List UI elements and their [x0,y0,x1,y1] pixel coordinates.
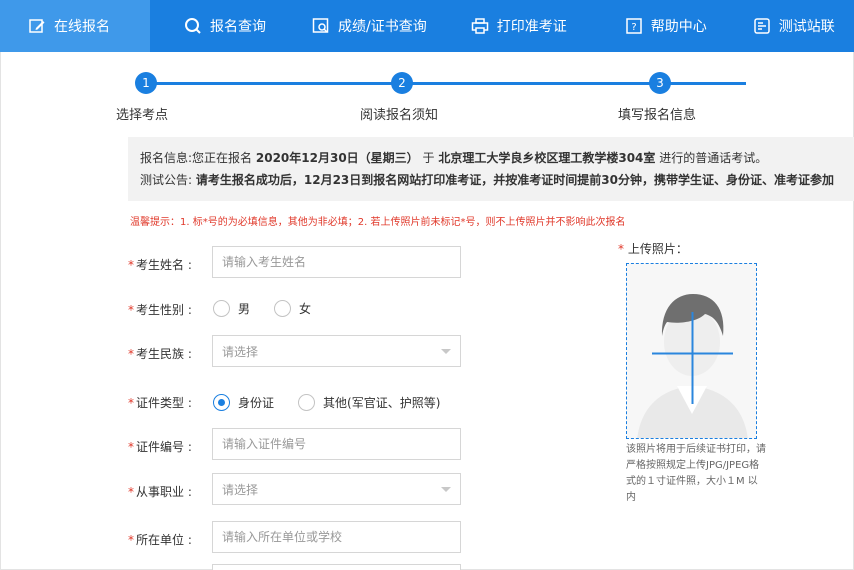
organization-input[interactable] [212,521,461,553]
nav-label: 成绩/证书查询 [338,19,427,35]
progress-steps: 1 2 3 选择考点 阅读报名须知 填写报名信息 [100,72,854,124]
ethnicity-select[interactable]: 请选择 [212,335,461,367]
next-field-partial [212,564,461,570]
id-number-label: * 证件编号 : [128,440,192,454]
id-type-idcard-radio[interactable]: 身份证 [213,394,274,411]
occupation-label: * 从事职业 : [128,485,192,499]
svg-text:?: ? [631,22,636,33]
step-2-label: 阅读报名须知 [360,108,439,123]
nav-label: 打印准考证 [496,19,567,35]
registration-info-row: 报名信息:您正在报名 2020年12月30日（星期三） 于 北京理工大学良乡校区… [140,147,842,169]
photo-upload-label: * 上传照片： [618,242,688,256]
nav-print-admission-ticket[interactable]: 打印准考证 [441,0,581,52]
ethnicity-select-value: 请选择 [222,344,259,359]
nav-score-certificate-query[interactable]: 成绩/证书查询 [280,0,441,52]
nav-help-center[interactable]: ? 帮助中心 [581,0,721,52]
id-type-label: * 证件类型 : [128,396,192,410]
warm-tip: 温馨提示：1. 标*号的为必填信息，其他为非必填；2. 若上传照片前未标记*号，… [130,217,626,228]
step-2-circle: 2 [391,72,413,94]
nav-label: 帮助中心 [650,19,707,35]
nav-label: 测试站联 [778,19,835,35]
chevron-down-icon [441,348,451,354]
top-navbar: 在线报名 报名查询 成绩/证书查询 打印准考证 ? 帮助中心 测试站联 [0,0,854,52]
registration-info-box: 报名信息:您正在报名 2020年12月30日（星期三） 于 北京理工大学良乡校区… [128,137,854,201]
step-3-circle: 3 [649,72,671,94]
step-1-circle: 1 [135,72,157,94]
nav-label: 报名查询 [210,19,266,35]
info-mid: 于 [422,151,435,165]
step-1-label: 选择考点 [116,108,169,123]
avatar-placeholder-icon [627,264,756,438]
name-input[interactable] [212,246,461,278]
gender-radio-group: 男 女 [213,300,335,317]
photo-upload-note: 该照片将用于后续证书打印，请严格按照规定上传JPG/JPEG格式的１寸证件照，大… [626,444,766,503]
nav-registration-query[interactable]: 报名查询 [150,0,280,52]
gender-female-radio[interactable]: 女 [274,300,311,317]
id-number-input[interactable] [212,428,461,460]
announcement-text: 请考生报名成功后，12月23日到报名网站打印准考证，并按准考证时间提前30分钟，… [195,173,834,187]
certificate-search-icon [312,17,330,35]
gender-label: * 考生性别 : [128,303,192,317]
info-prefix: 报名信息:您正在报名 [140,151,253,165]
gender-male-radio[interactable]: 男 [213,300,250,317]
ethnicity-label: * 考生民族 : [128,347,192,361]
nav-test-station-contact[interactable]: 测试站联 [721,0,849,52]
nav-label: 在线报名 [54,19,110,35]
search-icon [184,17,202,35]
step-3-label: 填写报名信息 [618,108,697,123]
occupation-select-value: 请选择 [222,482,259,497]
announcement-prefix: 测试公告: [140,173,193,187]
edit-icon [28,17,46,35]
organization-label: * 所在单位 : [128,533,192,547]
id-type-other-radio[interactable]: 其他(军官证、护照等) [298,394,440,411]
info-suffix: 进行的普通话考试。 [659,151,768,165]
nav-online-registration[interactable]: 在线报名 [0,0,150,52]
photo-upload-box[interactable] [626,263,757,439]
help-icon: ? [625,17,643,35]
test-announcement-row: 测试公告: 请考生报名成功后，12月23日到报名网站打印准考证，并按准考证时间提… [140,169,842,191]
id-type-radio-group: 身份证 其他(军官证、护照等) [213,394,464,411]
info-place: 北京理工大学良乡校区理工教学楼304室 [438,151,656,165]
occupation-select[interactable]: 请选择 [212,473,461,505]
name-label: * 考生姓名 : [128,258,192,272]
chevron-down-icon [441,486,451,492]
contact-icon [753,17,771,35]
printer-icon [471,17,489,35]
info-date: 2020年12月30日（星期三） [255,151,419,165]
